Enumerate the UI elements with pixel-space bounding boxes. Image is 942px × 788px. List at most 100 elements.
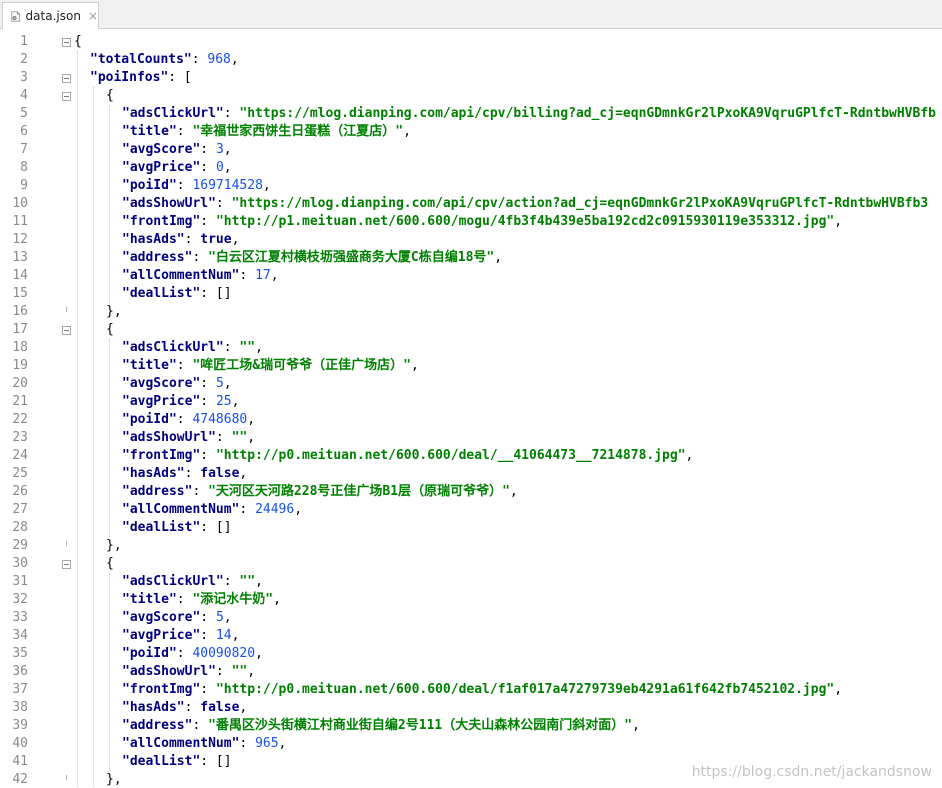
code-area[interactable]: {"totalCounts": 968, "poiInfos": [{"adsCl… bbox=[74, 29, 942, 788]
code-line: "avgScore": 3, bbox=[122, 141, 232, 159]
code-token: "dealList" bbox=[122, 520, 201, 535]
code-line: "hasAds": false, bbox=[122, 699, 247, 717]
code-token: 14 bbox=[215, 628, 232, 643]
line-number: 39 bbox=[12, 718, 28, 733]
line-number: 15 bbox=[12, 286, 28, 301]
code-token: 4748680 bbox=[192, 412, 248, 427]
code-line: "poiInfos": [ bbox=[90, 69, 192, 87]
line-number: 42 bbox=[12, 772, 28, 787]
code-token: "title" bbox=[122, 592, 177, 607]
code-token: : bbox=[184, 232, 201, 247]
watermark: https://blog.csdn.net/jackandsnow bbox=[691, 764, 932, 780]
code-line: "adsShowUrl": "", bbox=[122, 663, 255, 681]
code-token: "avgPrice" bbox=[122, 394, 201, 409]
code-token: "avgPrice" bbox=[122, 160, 201, 175]
code-token: : bbox=[200, 214, 216, 229]
line-number: 8 bbox=[20, 160, 28, 175]
code-token: : bbox=[176, 592, 193, 607]
code-token: "allCommentNum" bbox=[122, 268, 240, 283]
code-token: , bbox=[231, 394, 240, 409]
code-token: "avgScore" bbox=[122, 142, 201, 157]
code-token: "添记水牛奶" bbox=[192, 592, 274, 607]
code-token: : [] bbox=[200, 286, 232, 301]
code-token: : bbox=[192, 484, 209, 499]
code-token: { bbox=[74, 34, 82, 49]
code-token: "address" bbox=[122, 484, 193, 499]
line-number: 5 bbox=[20, 106, 28, 121]
fold-end-icon bbox=[62, 541, 71, 550]
line-number: 22 bbox=[12, 412, 28, 427]
code-line: "avgScore": 5, bbox=[122, 375, 232, 393]
code-token: , bbox=[262, 178, 271, 193]
code-line: "avgPrice": 14, bbox=[122, 627, 239, 645]
code-token: "avgScore" bbox=[122, 376, 201, 391]
code-token: 0 bbox=[215, 160, 224, 175]
code-token: , bbox=[509, 484, 518, 499]
code-line: "allCommentNum": 24496, bbox=[122, 501, 302, 519]
code-token: : bbox=[176, 646, 193, 661]
code-line: "poiId": 40090820, bbox=[122, 645, 263, 663]
line-number: 17 bbox=[12, 322, 28, 337]
code-token: , bbox=[278, 736, 287, 751]
code-token: "totalCounts" bbox=[90, 52, 192, 67]
code-token: "白云区江夏村横枝坜强盛商务大厦C栋自编18号" bbox=[208, 250, 495, 265]
code-token: , bbox=[247, 412, 256, 427]
line-number: 10 bbox=[12, 196, 28, 211]
line-number: 35 bbox=[12, 646, 28, 661]
code-token: "番禺区沙头街横江村商业街自编2号111（大夫山森林公园南门斜对面）" bbox=[208, 718, 633, 733]
code-line: }, bbox=[106, 771, 122, 788]
line-number: 23 bbox=[12, 430, 28, 445]
code-token: , bbox=[494, 250, 503, 265]
fold-end-icon bbox=[62, 307, 71, 316]
code-token: "adsShowUrl" bbox=[122, 430, 216, 445]
code-token: "frontImg" bbox=[122, 448, 201, 463]
code-token: "frontImg" bbox=[122, 682, 201, 697]
code-token: : [ bbox=[168, 70, 192, 85]
code-token: 24496 bbox=[255, 502, 295, 517]
editor-tab-bar: data.json × bbox=[0, 0, 942, 29]
code-token: "title" bbox=[122, 124, 177, 139]
line-number: 19 bbox=[12, 358, 28, 373]
code-token: , bbox=[632, 718, 640, 733]
line-number: 31 bbox=[12, 574, 28, 589]
code-token: "天河区天河路228号正佳广场B1层（原瑞可爷爷）" bbox=[208, 484, 510, 499]
code-token: 5 bbox=[215, 376, 224, 391]
tab-label: data.json bbox=[25, 9, 81, 23]
code-token: }, bbox=[106, 772, 122, 787]
code-token: , bbox=[231, 628, 240, 643]
close-tab-icon[interactable]: × bbox=[88, 9, 98, 23]
code-line: "address": "白云区江夏村横枝坜强盛商务大厦C栋自编18号", bbox=[122, 249, 502, 267]
json-file-icon bbox=[11, 10, 21, 22]
code-line: "dealList": [] bbox=[122, 519, 232, 537]
file-tab[interactable]: data.json × bbox=[2, 2, 99, 29]
code-token: , bbox=[239, 466, 248, 481]
code-token: : bbox=[192, 250, 209, 265]
code-token: , bbox=[223, 376, 232, 391]
line-number: 2 bbox=[20, 52, 28, 67]
fold-toggle-icon[interactable] bbox=[62, 560, 71, 569]
code-token: : bbox=[223, 340, 240, 355]
fold-toggle-icon[interactable] bbox=[62, 92, 71, 101]
code-token: : bbox=[200, 376, 216, 391]
code-token: }, bbox=[106, 538, 122, 553]
code-token: "adsShowUrl" bbox=[122, 664, 216, 679]
code-token: : bbox=[184, 700, 201, 715]
code-token: "" bbox=[231, 430, 248, 445]
line-number: 27 bbox=[12, 502, 28, 517]
code-token: , bbox=[223, 142, 232, 157]
code-token: : bbox=[191, 52, 208, 67]
fold-toggle-icon[interactable] bbox=[62, 74, 71, 83]
code-line: }, bbox=[106, 537, 122, 555]
line-number: 41 bbox=[12, 754, 28, 769]
code-token: , bbox=[255, 574, 263, 589]
fold-toggle-icon[interactable] bbox=[62, 326, 71, 335]
code-token: : bbox=[184, 466, 201, 481]
fold-toggle-icon[interactable] bbox=[62, 38, 71, 47]
code-token: : bbox=[215, 430, 232, 445]
code-token: 169714528 bbox=[192, 178, 263, 193]
code-line: }, bbox=[106, 303, 122, 321]
line-number: 13 bbox=[12, 250, 28, 265]
code-token: : bbox=[176, 358, 193, 373]
line-number: 12 bbox=[12, 232, 28, 247]
code-editor[interactable]: 1 2 3 4 5 6 7 8 9 10 11 12 13 14 15 16 17 18 19 20 21 22 23 24 2… bbox=[0, 29, 942, 788]
